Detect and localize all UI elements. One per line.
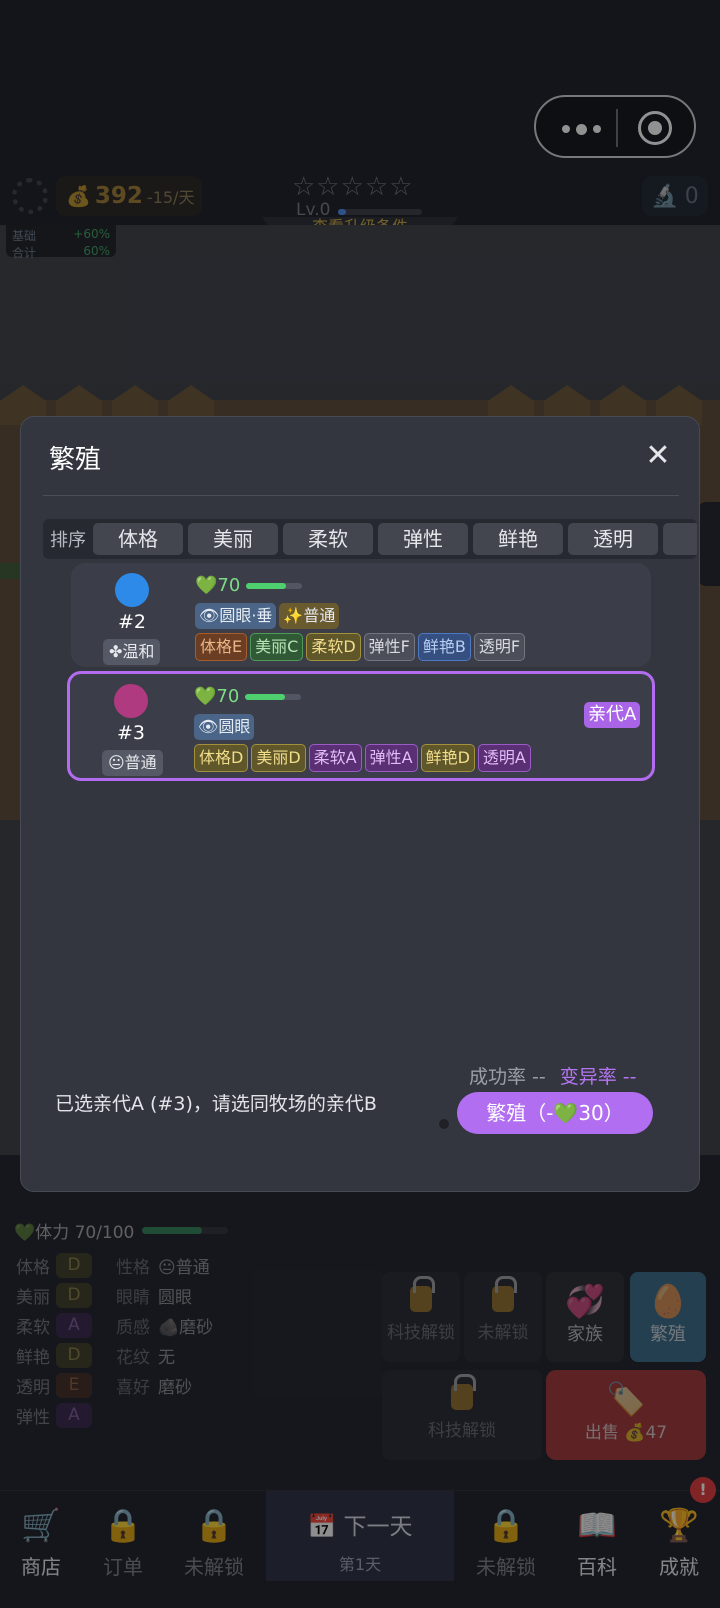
- stat-chip: 美丽D: [251, 744, 306, 772]
- stat-chip: 体格E: [195, 633, 248, 661]
- health-indicator: 💚70: [194, 686, 302, 707]
- heart-hp: 💚70: [194, 686, 240, 707]
- close-icon[interactable]: ✕: [641, 439, 675, 473]
- sort-option[interactable]: 鲜艳: [473, 523, 563, 555]
- texture-tag: ✨普通: [279, 603, 340, 629]
- stat-chip: 弹性F: [363, 633, 415, 661]
- selection-hint: 已选亲代A (#3)，请选同牧场的亲代B: [55, 1093, 377, 1115]
- tag-list: 👁圆眼·垂 ✨普通: [195, 603, 340, 629]
- stat-chip: 美丽C: [250, 633, 304, 661]
- divider: [43, 495, 679, 496]
- sort-option[interactable]: 体格: [93, 523, 183, 555]
- health-bar: [246, 582, 303, 589]
- health-bar: [245, 693, 302, 700]
- creature-id: #3: [116, 722, 145, 744]
- avatar: [114, 684, 148, 718]
- sort-option[interactable]: 年: [663, 523, 697, 555]
- creature-card-selected[interactable]: #3 😐普通 💚70 👁圆眼 体格D 美丽D 柔软A 弹性A 鲜艳D 透明A 亲…: [67, 671, 655, 781]
- personality-badge: ✤温和: [103, 639, 161, 665]
- stat-chip: 弹性A: [364, 744, 418, 772]
- avatar: [115, 573, 149, 607]
- parent-a-badge: 亲代A: [584, 702, 641, 728]
- tag-list: 👁圆眼: [194, 714, 255, 740]
- sort-bar: 排序 体格 美丽 柔软 弹性 鲜艳 透明 年: [43, 519, 697, 559]
- stat-chip: 柔软A: [308, 744, 362, 772]
- heart-hp: 💚70: [195, 575, 241, 596]
- mutation-rate: 变异率 --: [559, 1066, 637, 1088]
- breed-button[interactable]: 繁殖（-💚30）: [457, 1092, 653, 1134]
- stat-chip: 柔软D: [306, 633, 361, 661]
- eye-tag: 👁圆眼·垂: [195, 603, 277, 629]
- health-indicator: 💚70: [195, 575, 303, 596]
- sort-option[interactable]: 美丽: [188, 523, 278, 555]
- sort-option[interactable]: 柔软: [283, 523, 373, 555]
- sort-option[interactable]: 透明: [568, 523, 658, 555]
- sort-option[interactable]: 弹性: [378, 523, 468, 555]
- stat-chip: 透明A: [477, 744, 531, 772]
- rate-readout: 成功率 -- 变异率 --: [469, 1062, 637, 1089]
- scroll-indicator: [439, 1119, 449, 1129]
- creature-id: #2: [117, 611, 146, 633]
- stat-chip: 鲜艳B: [417, 633, 471, 661]
- stat-chip: 体格D: [194, 744, 249, 772]
- dialog-title: 繁殖: [49, 445, 102, 475]
- breed-dialog: 繁殖 ✕ 排序 体格 美丽 柔软 弹性 鲜艳 透明 年 #2 ✤温和 💚70 👁…: [20, 416, 700, 1192]
- stat-list: 体格E 美丽C 柔软D 弹性F 鲜艳B 透明F: [195, 633, 526, 661]
- eye-tag: 👁圆眼: [194, 714, 255, 740]
- creature-card[interactable]: #2 ✤温和 💚70 👁圆眼·垂 ✨普通 体格E 美丽C 柔软D 弹性F 鲜艳B…: [71, 563, 651, 667]
- personality-badge: 😐普通: [102, 750, 163, 776]
- stat-list: 体格D 美丽D 柔软A 弹性A 鲜艳D 透明A: [194, 744, 531, 772]
- stat-chip: 透明F: [473, 633, 526, 661]
- stat-chip: 鲜艳D: [420, 744, 475, 772]
- success-rate: 成功率 --: [469, 1066, 546, 1088]
- sort-label: 排序: [50, 530, 86, 551]
